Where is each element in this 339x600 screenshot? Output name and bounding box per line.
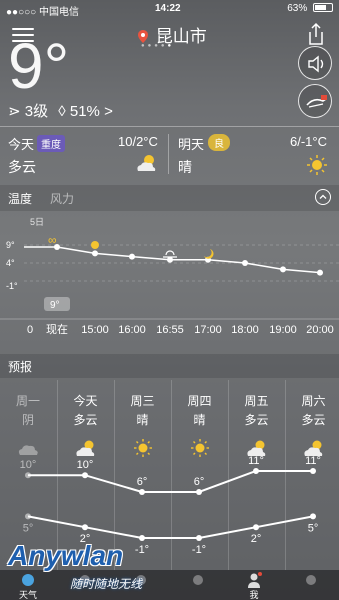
battery-icon: [313, 3, 333, 12]
sunset-icon: [163, 250, 177, 258]
bottom-tab-bar: 天气 我: [0, 570, 339, 600]
cloud-icon: [18, 445, 38, 455]
forecast-day-label: 周五: [244, 394, 269, 408]
page-dots: ●●●●●: [141, 43, 175, 49]
forecast-day[interactable]: 周五 多云: [228, 380, 284, 570]
wind-humidity-row: ⋗ 3级 ◊ 51% >: [8, 100, 113, 121]
humidity-value: 51%: [69, 103, 100, 120]
clock: 14:22: [155, 3, 181, 14]
x-tick-label: 15:00: [81, 324, 109, 336]
temperature-point[interactable]: [280, 266, 286, 273]
tomorrow-aqi-badge[interactable]: 良: [208, 134, 230, 151]
carrier-label: ●●○○○ 中国电信: [6, 7, 79, 18]
partly-cloudy-icon: [75, 440, 94, 456]
forecast-day[interactable]: 周六 多云: [285, 380, 339, 570]
forecast-day-label: 周三: [130, 394, 155, 408]
sun-icon: [91, 241, 99, 249]
tab-item-label: 天气: [18, 590, 37, 600]
tomorrow-label: 明天: [178, 137, 205, 152]
sun-icon: [307, 155, 327, 175]
temperature-point[interactable]: [242, 260, 248, 266]
weather-icon: [22, 574, 34, 586]
x-tick-label: 16:55: [156, 324, 184, 336]
current-temperature: 9°: [8, 30, 70, 102]
partly-cloudy-icon: [137, 155, 156, 171]
wind-warning-icon: [306, 95, 327, 108]
tab-item[interactable]: 我: [226, 572, 282, 600]
divider: [168, 134, 169, 174]
x-tick-label: 0: [27, 324, 33, 336]
collapse-button[interactable]: [315, 189, 331, 205]
x-tick-label: 现在: [46, 323, 68, 336]
divider: [0, 126, 339, 127]
moon-icon: [204, 249, 214, 259]
forecast-condition: 多云: [301, 413, 326, 427]
date-label: 5日: [30, 217, 44, 227]
x-tick-label: 17:00: [194, 324, 222, 336]
chevron-up-icon: [319, 194, 327, 199]
x-tick-label: 16:00: [118, 324, 146, 336]
hourly-tabs: 温度 风力: [0, 185, 339, 211]
today-condition: 多云: [8, 159, 36, 175]
chevron-right-icon[interactable]: >: [104, 103, 113, 120]
speaker-icon: [308, 55, 324, 73]
infinity-icon: ∞: [48, 233, 57, 247]
x-tick-label: 19:00: [269, 324, 297, 336]
forecast-header: 预报: [0, 354, 339, 378]
x-tick-label: 18:00: [231, 324, 259, 336]
temperature-point[interactable]: [129, 253, 135, 260]
forecast-condition: 晴: [136, 413, 149, 427]
current-tooltip-label: 9°: [50, 300, 60, 311]
tab-item[interactable]: 天气: [0, 572, 56, 600]
tab-temperature[interactable]: 温度: [8, 190, 32, 207]
forecast-day[interactable]: 周四晴: [171, 380, 227, 570]
y-tick-label: -1°: [6, 281, 18, 291]
temperature-point[interactable]: [92, 250, 98, 257]
location-pin-icon: [138, 30, 148, 43]
more-icon: [305, 575, 316, 585]
today-label: 今天: [8, 137, 35, 152]
today-temp-range: 10/2°C: [118, 134, 158, 149]
status-bar: ●●○○○ 中国电信 14:22 63%: [0, 0, 339, 18]
forecast-condition: 多云: [244, 413, 269, 427]
forecast-condition: 阴: [21, 413, 34, 427]
battery-status: 63%: [287, 3, 333, 14]
forecast-title: 预报: [8, 360, 33, 374]
tab-item[interactable]: [283, 572, 339, 588]
humidity-icon: ◊: [58, 103, 66, 120]
forecast-condition: 晴: [193, 413, 206, 427]
watermark-slogan: 随时随地无线: [70, 577, 143, 591]
me-icon: [248, 572, 262, 588]
forecast-day-label: 今天: [73, 394, 98, 408]
tab-wind[interactable]: 风力: [50, 190, 74, 207]
forecast-condition: 多云: [73, 413, 98, 427]
sun-icon: [133, 439, 152, 457]
warning-button[interactable]: [298, 84, 332, 118]
tomorrow-condition: 晴: [178, 159, 192, 175]
watermark-logo: Anywlan: [8, 540, 124, 571]
temperature-point[interactable]: [317, 269, 323, 276]
y-tick-label: 9°: [6, 240, 15, 250]
hourly-temperature-chart: 9° 4° -1° 5日 ∞ 9° 0 现在 15:00 16:00 16:55 17:00 18:00…: [0, 217, 339, 336]
tomorrow-temp-range: 6/-1°C: [290, 134, 327, 149]
today-aqi-badge[interactable]: 重度: [37, 135, 65, 152]
y-tick-label: 4°: [6, 258, 15, 268]
tab-item[interactable]: [170, 572, 226, 588]
forecast-day-label: 周一: [15, 394, 40, 408]
x-tick-label: 20:00: [306, 324, 334, 336]
partly-cloudy-icon: [303, 440, 322, 456]
sun-icon: [190, 439, 209, 457]
tab-item-label: 我: [249, 590, 259, 600]
voice-button[interactable]: [298, 46, 332, 80]
temperature-point[interactable]: [167, 256, 173, 263]
battery-percent: 63%: [287, 3, 308, 14]
partly-cloudy-icon: [246, 440, 265, 456]
moon-icon: [192, 575, 203, 585]
share-icon[interactable]: [307, 22, 325, 46]
forecast-day-label: 周四: [187, 394, 212, 408]
forecast-day-label: 周六: [301, 394, 326, 408]
wind-level: 3级: [24, 103, 49, 120]
wind-icon: ⋗: [8, 103, 21, 120]
